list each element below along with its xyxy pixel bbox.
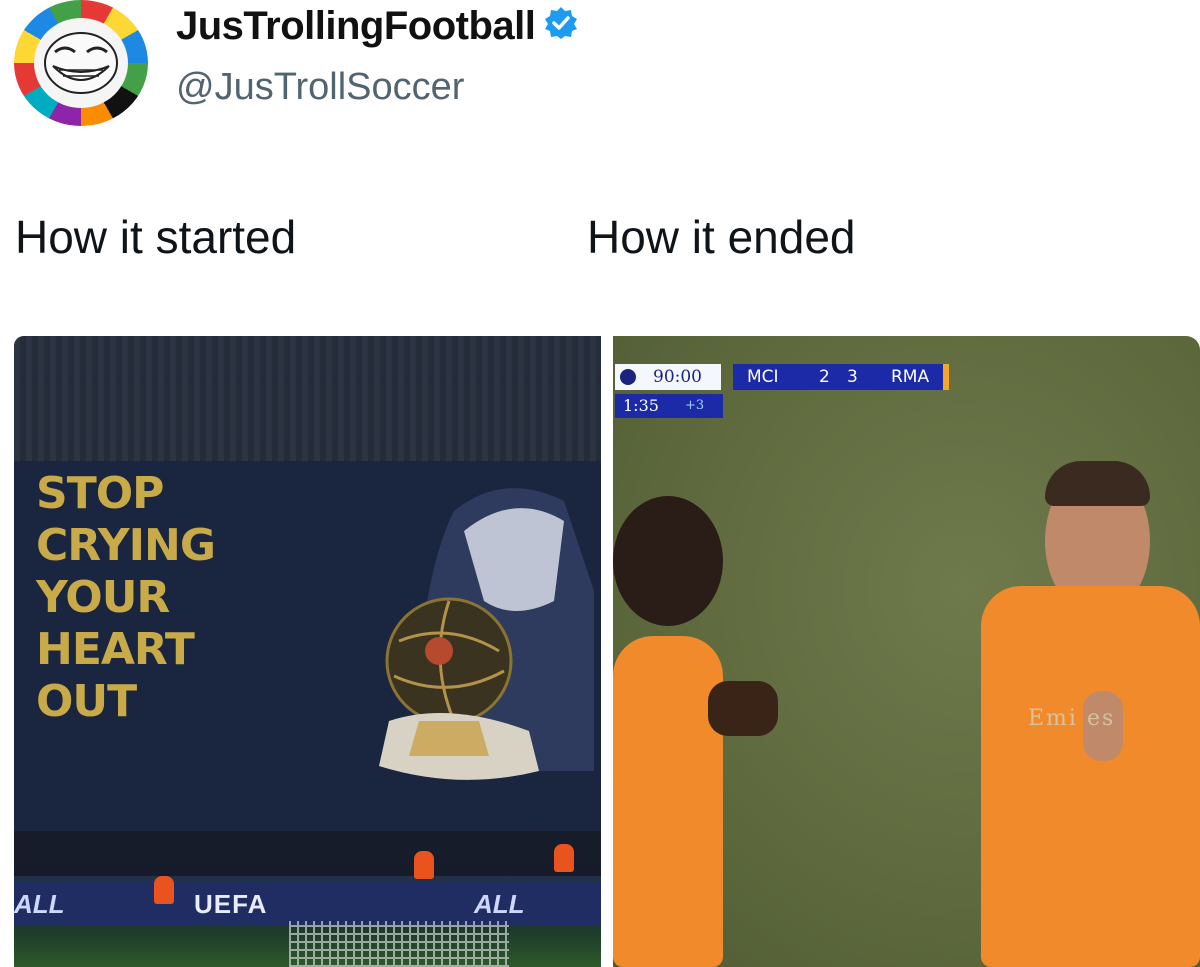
caption-how-it-ended: How it ended <box>587 211 856 263</box>
match-clock: 90:00 <box>653 367 702 387</box>
goal-net <box>289 921 509 967</box>
score-box: MCI 2 3 RMA <box>733 364 949 390</box>
player-left <box>613 636 723 967</box>
player-left-fist <box>708 681 778 736</box>
shirt-sponsor-text: Emi es <box>1028 706 1116 731</box>
champions-league-icon <box>620 369 636 385</box>
board-text-right: ALL <box>474 889 525 919</box>
added-time: +3 <box>685 398 705 413</box>
verified-badge-icon <box>543 5 579 51</box>
away-score: 3 <box>847 367 858 387</box>
player-right <box>981 586 1200 967</box>
player-left-head <box>613 496 723 626</box>
steward-figure <box>414 851 434 879</box>
match-clock-box: 90:00 <box>615 364 721 390</box>
banner-line: HEART <box>36 624 195 675</box>
display-name-text: JusTrollingFootball <box>176 4 536 48</box>
away-team: RMA <box>891 367 930 387</box>
ballon-dor-trophy-icon <box>379 597 539 780</box>
user-handle[interactable]: @JusTrollSoccer <box>176 66 464 109</box>
steward-figure <box>154 876 174 904</box>
board-text-uefa: UEFA <box>194 889 268 919</box>
home-score: 2 <box>819 367 830 387</box>
team-color-accent <box>943 364 949 390</box>
added-time-elapsed: 1:35 <box>623 396 659 415</box>
profile-avatar[interactable] <box>14 0 148 126</box>
banner-line: OUT <box>36 676 137 727</box>
banner-line: CRYING <box>36 520 216 571</box>
home-team: MCI <box>747 367 779 387</box>
banner-line: STOP <box>36 468 164 519</box>
stadium-crowd <box>14 336 601 461</box>
caption-how-it-started: How it started <box>15 211 297 263</box>
board-text-left: ALL <box>14 889 65 919</box>
banner-line: YOUR <box>36 572 170 623</box>
image-how-it-started[interactable]: STOP CRYING YOUR HEART OUT ALL UEFA ALL <box>14 336 601 967</box>
display-name[interactable]: JusTrollingFootball <box>176 4 579 51</box>
banner-slogan: STOP CRYING YOUR HEART OUT <box>36 468 396 728</box>
image-how-it-ended[interactable]: 90:00 MCI 2 3 RMA 1:35 +3 <box>613 336 1200 967</box>
advertising-board: ALL UEFA ALL <box>14 881 601 926</box>
steward-figure <box>554 844 574 872</box>
troll-face-icon <box>34 18 128 108</box>
player-right-hair <box>1045 461 1150 506</box>
added-time-box: 1:35 +3 <box>615 394 723 418</box>
